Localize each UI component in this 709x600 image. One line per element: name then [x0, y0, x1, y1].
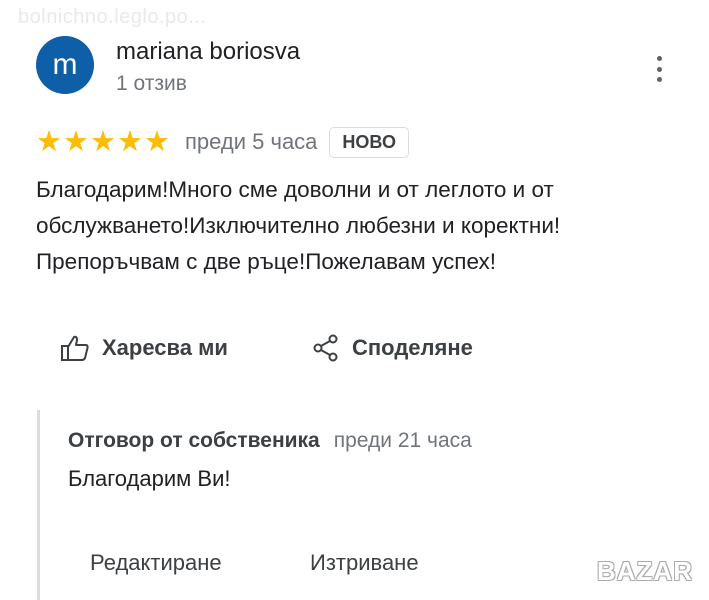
- more-options-icon[interactable]: [652, 56, 666, 82]
- avatar[interactable]: m: [36, 36, 94, 94]
- bazar-logo: BAZAR: [597, 556, 693, 586]
- reply-text: Благодарим Ви!: [68, 466, 231, 491]
- like-button[interactable]: Харесва ми: [60, 334, 228, 362]
- new-badge: НОВО: [329, 126, 409, 158]
- review-count: 1 отзив: [116, 72, 187, 95]
- watermark-text: bolnichno.leglo.po...: [18, 6, 207, 28]
- share-icon: [313, 334, 338, 362]
- owner-reply-title: Отговор от собственика: [68, 429, 320, 452]
- edit-reply-button[interactable]: Редактиране: [90, 550, 222, 576]
- star-rating: ★ ★ ★ ★ ★: [36, 125, 171, 158]
- star-icon: ★: [63, 125, 89, 158]
- star-icon: ★: [36, 125, 62, 158]
- share-button[interactable]: Споделяне: [312, 334, 473, 362]
- menu-dot: [656, 77, 662, 82]
- share-label: Споделяне: [352, 335, 473, 360]
- star-icon: ★: [117, 125, 143, 158]
- reply-time: преди 21 часа: [333, 429, 472, 452]
- owner-reply-header: Отговор от собственика преди 21 часа: [68, 429, 472, 453]
- star-icon: ★: [90, 125, 116, 158]
- reviewer-name[interactable]: mariana boriosva: [116, 38, 300, 66]
- like-label: Харесва ми: [102, 335, 228, 360]
- menu-dot: [656, 56, 662, 61]
- delete-reply-button[interactable]: Изтриване: [310, 550, 419, 576]
- review-time: преди 5 часа: [185, 129, 318, 154]
- menu-dot: [656, 66, 662, 72]
- review-text: Благодарим!Много сме доволни и от леглот…: [36, 177, 561, 274]
- thumbs-up-icon: [61, 335, 89, 361]
- star-icon: ★: [144, 125, 170, 158]
- reply-divider: [37, 410, 40, 600]
- rating-row: ★ ★ ★ ★ ★ преди 5 часа НОВО: [36, 124, 409, 160]
